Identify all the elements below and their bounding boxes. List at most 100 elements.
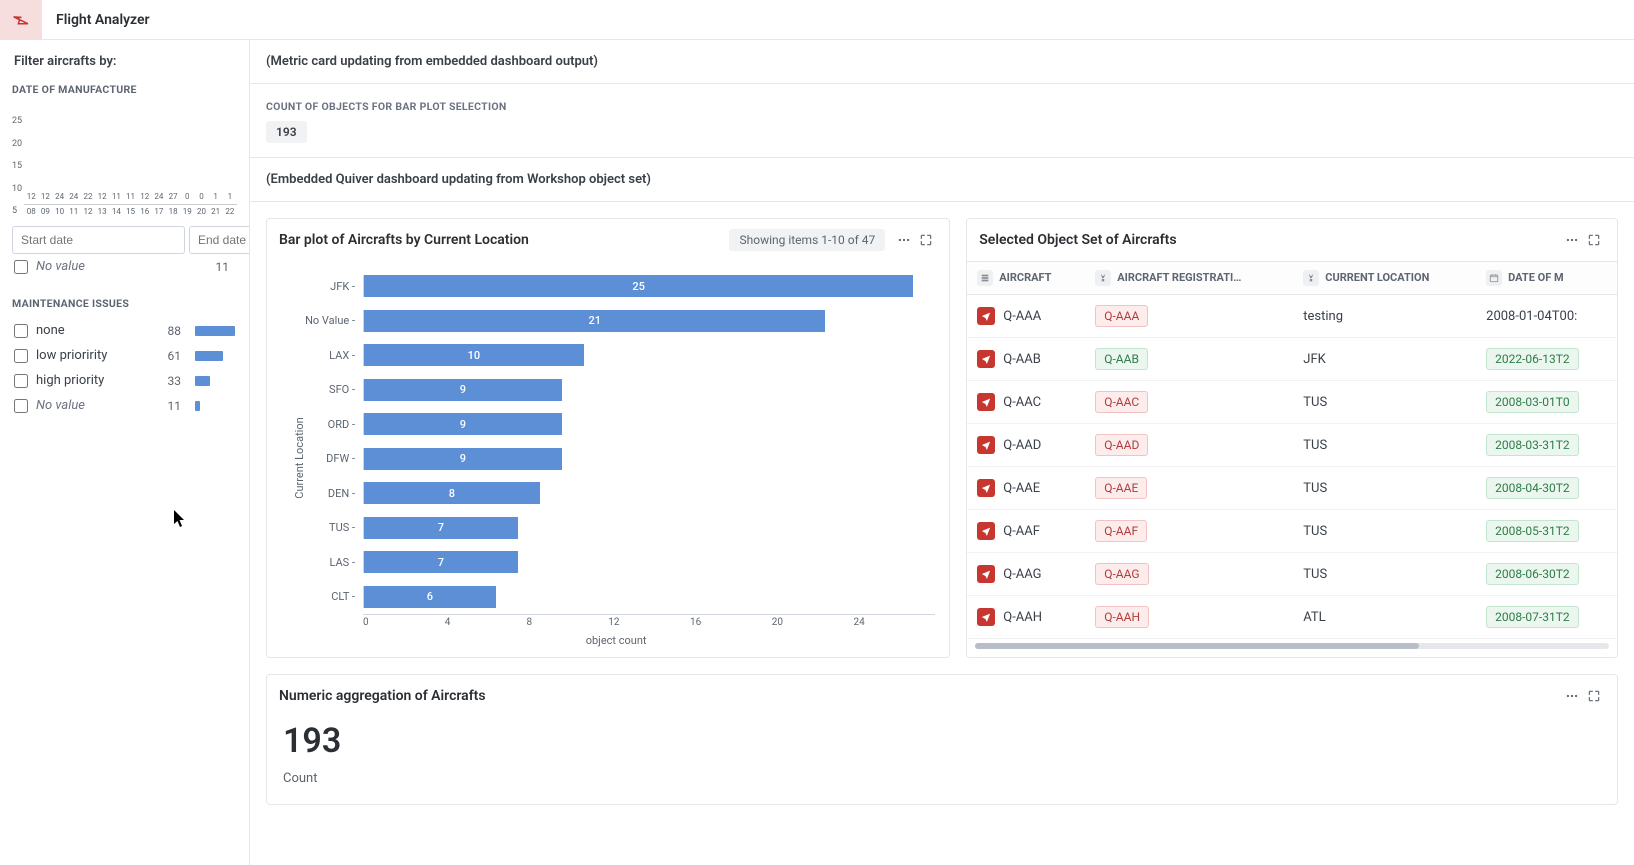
date-novalue-checkbox[interactable] [14, 260, 28, 274]
maint-row[interactable]: No value11 [12, 393, 237, 418]
table-row[interactable]: Q-AAHQ-AAHATL2008-07-31T2 [967, 596, 1617, 639]
maint-row[interactable]: low prioririty61 [12, 343, 237, 368]
maint-checkbox[interactable] [14, 399, 28, 413]
table-more-icon[interactable] [1561, 229, 1583, 251]
date-novalue-row[interactable]: No value 11 [12, 254, 237, 279]
app-icon-container [0, 0, 42, 40]
barplot-bar: 21 [364, 310, 825, 332]
barplot-row[interactable]: DEN -8 [297, 478, 935, 508]
table-column-header[interactable]: AIRCRAFT REGISTRATI… [1085, 262, 1293, 295]
column-type-icon [1486, 270, 1502, 286]
aircraft-cell-text: Q-AAC [1003, 395, 1041, 410]
barplot-bar: 10 [364, 344, 584, 366]
maint-label: No value [36, 398, 160, 413]
registration-pill: Q-AAG [1095, 563, 1148, 585]
maint-bar [195, 401, 200, 411]
location-cell: TUS [1293, 424, 1476, 467]
aircraft-cell-text: Q-AAF [1003, 524, 1040, 539]
plane-icon [12, 11, 30, 29]
barplot-row[interactable]: JFK -25 [297, 271, 935, 301]
date-pill: 2008-07-31T2 [1486, 606, 1579, 628]
barplot-row[interactable]: No Value -21 [297, 306, 935, 336]
start-date-input[interactable] [12, 226, 185, 254]
scrollbar-thumb[interactable] [975, 643, 1419, 649]
maint-checkbox[interactable] [14, 374, 28, 388]
barplot-bar: 8 [364, 482, 540, 504]
barplot-title: Bar plot of Aircrafts by Current Locatio… [279, 232, 729, 248]
table-column-header[interactable]: CURRENT LOCATION [1293, 262, 1476, 295]
barplot-xaxis: 04812162024 [363, 614, 935, 628]
table-row[interactable]: Q-AAFQ-AAFTUS2008-05-31T2 [967, 510, 1617, 553]
filter-title: Filter aircrafts by: [14, 54, 237, 69]
table-row[interactable]: Q-AADQ-AADTUS2008-03-31T2 [967, 424, 1617, 467]
aircraft-icon [977, 350, 995, 368]
expand-icon[interactable] [915, 229, 937, 251]
table-row[interactable]: Q-AAGQ-AAGTUS2008-06-30T2 [967, 553, 1617, 596]
barplot-row[interactable]: DFW -9 [297, 444, 935, 474]
aircraft-cell-text: Q-AAA [1003, 309, 1041, 324]
aggregation-card: Numeric aggregation of Aircrafts 193 Cou… [266, 674, 1618, 805]
registration-pill: Q-AAE [1095, 477, 1147, 499]
location-cell: testing [1293, 295, 1476, 338]
table-row[interactable]: Q-AAEQ-AAETUS2008-04-30T2 [967, 467, 1617, 510]
agg-more-icon[interactable] [1561, 685, 1583, 707]
table-column-header[interactable]: DATE OF M [1476, 262, 1617, 295]
barplot-row[interactable]: CLT -6 [297, 582, 935, 612]
location-cell: TUS [1293, 510, 1476, 553]
barplot-xlabel: object count [297, 634, 935, 647]
maint-label: low prioririty [36, 348, 160, 363]
table-row[interactable]: Q-AABQ-AABJFK2022-06-13T2 [967, 338, 1617, 381]
aircraft-icon [977, 479, 995, 497]
table-column-header[interactable]: AIRCRAFT [967, 262, 1085, 295]
column-type-icon [1095, 270, 1111, 286]
maint-section-label: MAINTENANCE ISSUES [12, 297, 237, 310]
maint-count: 88 [168, 324, 182, 338]
barplot-bar: 9 [364, 448, 562, 470]
table-row[interactable]: Q-AAAQ-AAAtesting2008-01-04T00: [967, 295, 1617, 338]
column-type-icon [977, 270, 993, 286]
count-header: COUNT OF OBJECTS FOR BAR PLOT SELECTION [266, 100, 1618, 113]
topbar: Flight Analyzer [0, 0, 1634, 40]
registration-pill: Q-AAB [1095, 348, 1148, 370]
barplot-row[interactable]: LAX -10 [297, 340, 935, 370]
aircraft-table-card: Selected Object Set of Aircrafts AIRCRAF… [966, 218, 1618, 658]
aircraft-table: AIRCRAFTAIRCRAFT REGISTRATI…CURRENT LOCA… [967, 261, 1617, 639]
aircraft-icon [977, 565, 995, 583]
registration-pill: Q-AAC [1095, 391, 1148, 413]
aircraft-icon [977, 436, 995, 454]
date-histogram-bars: 12122424221211111224270011 [24, 104, 237, 204]
barplot-bar: 6 [364, 586, 496, 608]
aircraft-cell-text: Q-AAD [1003, 438, 1041, 453]
barplot-row[interactable]: TUS -7 [297, 513, 935, 543]
table-header-row: AIRCRAFTAIRCRAFT REGISTRATI…CURRENT LOCA… [967, 262, 1617, 295]
table-row[interactable]: Q-AACQ-AACTUS2008-03-01T0 [967, 381, 1617, 424]
aircraft-cell-text: Q-AAH [1003, 610, 1042, 625]
barplot-category-label: DFW - [297, 452, 363, 465]
table-expand-icon[interactable] [1583, 229, 1605, 251]
location-cell: TUS [1293, 467, 1476, 510]
barplot-row[interactable]: ORD -9 [297, 409, 935, 439]
barplot-bar: 7 [364, 551, 518, 573]
agg-expand-icon[interactable] [1583, 685, 1605, 707]
maint-checkbox[interactable] [14, 349, 28, 363]
registration-pill: Q-AAA [1095, 305, 1148, 327]
more-icon[interactable] [893, 229, 915, 251]
barplot-bar: 7 [364, 517, 518, 539]
registration-pill: Q-AAH [1095, 606, 1149, 628]
table-horizontal-scrollbar[interactable] [975, 643, 1609, 649]
barplot-row[interactable]: SFO -9 [297, 375, 935, 405]
maint-row[interactable]: none88 [12, 318, 237, 343]
barplot-card: Bar plot of Aircrafts by Current Locatio… [266, 218, 950, 658]
barplot-row[interactable]: LAS -7 [297, 547, 935, 577]
barplot-category-label: CLT - [297, 590, 363, 603]
barplot-bar: 9 [364, 379, 562, 401]
date-histogram[interactable]: 252015105 12122424221211111224270011 080… [12, 104, 237, 216]
end-date-input[interactable] [189, 226, 250, 254]
maint-checkbox[interactable] [14, 324, 28, 338]
aircraft-cell-text: Q-AAB [1003, 352, 1041, 367]
maint-row[interactable]: high priority33 [12, 368, 237, 393]
main-area: (Metric card updating from embedded dash… [250, 40, 1634, 865]
column-type-icon [1303, 270, 1319, 286]
count-value-pill: 193 [266, 121, 307, 143]
barplot-ylabel: Current Location [293, 417, 306, 498]
